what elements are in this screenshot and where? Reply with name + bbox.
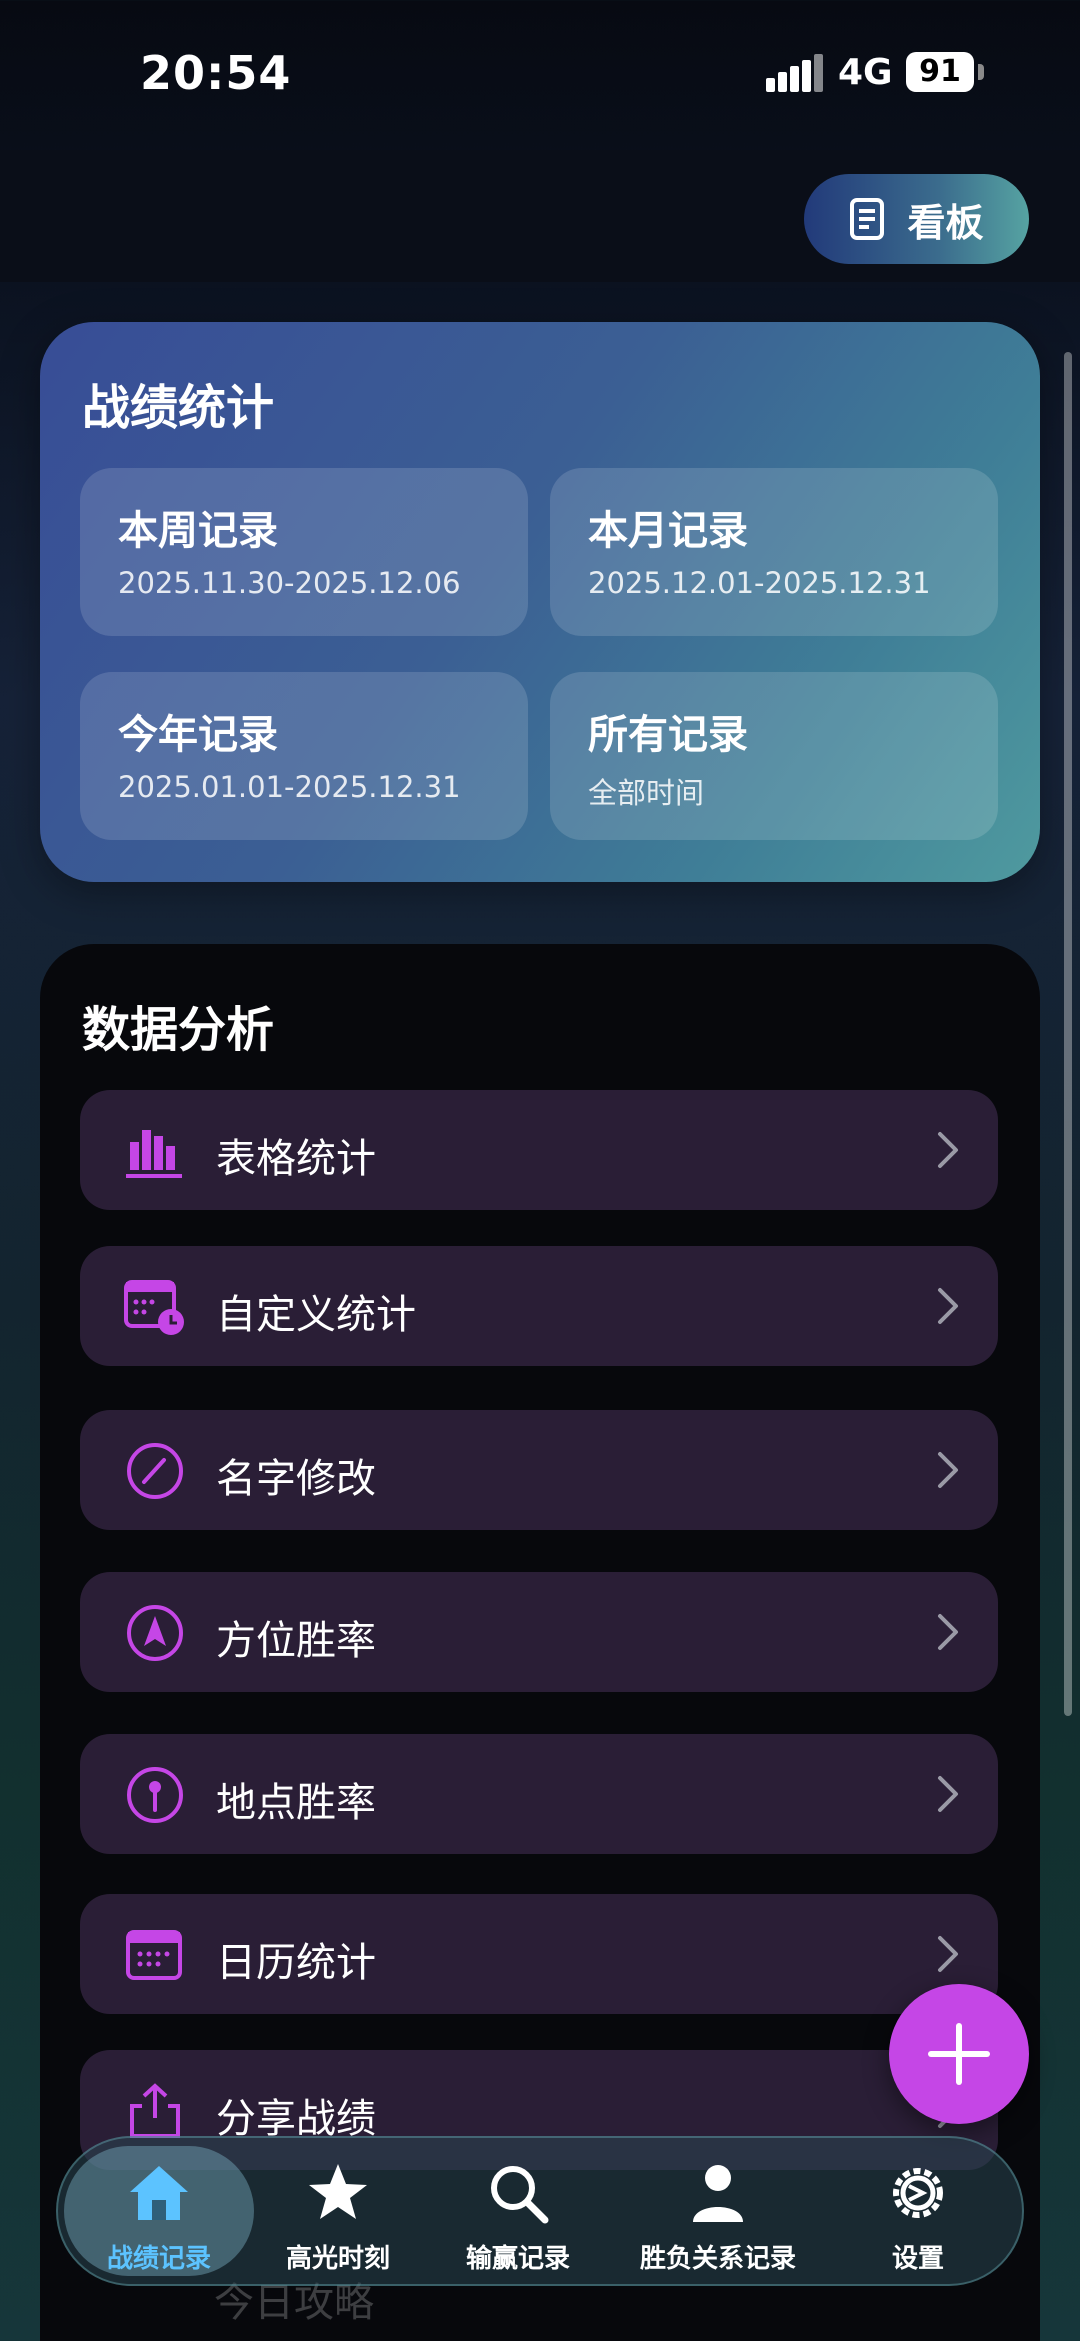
menu-item-label: 表格统计 xyxy=(216,1136,376,1182)
stat-tile-all[interactable]: 所有记录 全部时间 xyxy=(550,672,998,840)
status-bar: 20:54 4G 91 xyxy=(0,0,1080,150)
star-icon xyxy=(309,2164,367,2219)
location-pin-icon xyxy=(127,1767,183,1823)
stat-tile-range: 2025.01.01-2025.12.31 xyxy=(118,770,461,804)
menu-item-calendar-stats[interactable]: 日历统计 xyxy=(80,1894,998,2014)
navigation-arrow-icon xyxy=(127,1605,183,1661)
pencil-circle-icon xyxy=(127,1443,183,1499)
board-button-label: 看板 xyxy=(907,200,984,245)
menu-item-label: 日历统计 xyxy=(216,1940,376,1986)
person-icon xyxy=(693,2165,743,2222)
nav-item-label: 胜负关系记录 xyxy=(639,2244,796,2274)
analysis-title: 数据分析 xyxy=(82,1002,275,1058)
chevron-right-icon xyxy=(938,1614,958,1650)
stat-tile-range: 2025.11.30-2025.12.06 xyxy=(118,566,461,600)
menu-item-table-stats[interactable]: 表格统计 xyxy=(80,1090,998,1210)
add-record-button[interactable] xyxy=(889,1984,1029,2124)
signal-icon xyxy=(766,54,823,92)
stats-card: 战绩统计 本周记录 2025.11.30-2025.12.06 本月记录 202… xyxy=(40,322,1040,882)
chevron-right-icon xyxy=(938,1452,958,1488)
stat-tile-range: 全部时间 xyxy=(588,776,705,810)
menu-item-label: 名字修改 xyxy=(216,1456,376,1502)
calendar-clock-icon xyxy=(124,1280,184,1335)
nav-item-winloss[interactable]: 输赢记录 xyxy=(438,2138,598,2284)
search-icon xyxy=(491,2166,549,2224)
bar-chart-icon xyxy=(126,1130,182,1178)
nav-item-label: 设置 xyxy=(891,2244,944,2274)
chevron-right-icon xyxy=(938,1936,958,1972)
document-icon xyxy=(850,198,885,240)
battery-level: 91 xyxy=(906,52,974,92)
stat-tile-year[interactable]: 今年记录 2025.01.01-2025.12.31 xyxy=(80,672,528,840)
nav-item-relations[interactable]: 胜负关系记录 xyxy=(618,2138,818,2284)
stat-tile-range: 2025.12.01-2025.12.31 xyxy=(588,566,931,600)
stat-tile-title: 本周记录 xyxy=(118,508,278,554)
menu-item-label: 自定义统计 xyxy=(216,1292,416,1338)
stat-tile-title: 今年记录 xyxy=(118,712,278,758)
gear-icon xyxy=(893,2168,943,2218)
status-time: 20:54 xyxy=(140,46,292,100)
network-type: 4G xyxy=(838,52,893,93)
board-button[interactable]: 看板 xyxy=(804,174,1029,264)
nav-item-label: 高光时刻 xyxy=(285,2244,390,2274)
stat-tile-week[interactable]: 本周记录 2025.11.30-2025.12.06 xyxy=(80,468,528,636)
bottom-nav: 战绩记录 高光时刻 输赢记录 胜负关系记录 设置 xyxy=(56,2136,1024,2286)
nav-item-label: 输赢记录 xyxy=(465,2244,570,2274)
menu-item-location-winrate[interactable]: 地点胜率 xyxy=(80,1734,998,1854)
chevron-right-icon xyxy=(938,1132,958,1168)
stat-tile-title: 本月记录 xyxy=(588,508,748,554)
analysis-card: 数据分析 表格统计 自定义统计 名字修改 方位胜率 地点胜率 日历统计 分享战绩 xyxy=(40,944,1040,2341)
nav-item-records[interactable]: 战绩记录 xyxy=(64,2138,254,2284)
home-icon xyxy=(130,2166,188,2220)
menu-item-direction-winrate[interactable]: 方位胜率 xyxy=(80,1572,998,1692)
nav-item-highlights[interactable]: 高光时刻 xyxy=(258,2138,418,2284)
chevron-right-icon xyxy=(938,1288,958,1324)
nav-item-settings[interactable]: 设置 xyxy=(848,2138,988,2284)
stat-tile-title: 所有记录 xyxy=(588,712,748,758)
menu-item-rename[interactable]: 名字修改 xyxy=(80,1410,998,1530)
menu-item-label: 地点胜率 xyxy=(216,1780,376,1826)
menu-item-custom-stats[interactable]: 自定义统计 xyxy=(80,1246,998,1366)
share-icon xyxy=(130,2083,180,2138)
calendar-icon xyxy=(126,1930,182,1980)
plus-icon xyxy=(928,2023,990,2085)
chevron-right-icon xyxy=(938,1776,958,1812)
stat-tile-month[interactable]: 本月记录 2025.12.01-2025.12.31 xyxy=(550,468,998,636)
battery-icon xyxy=(978,64,984,80)
scrollbar[interactable] xyxy=(1064,352,1072,1716)
stats-title: 战绩统计 xyxy=(82,380,275,436)
menu-item-label: 方位胜率 xyxy=(216,1618,376,1664)
nav-item-label: 战绩记录 xyxy=(106,2244,211,2274)
